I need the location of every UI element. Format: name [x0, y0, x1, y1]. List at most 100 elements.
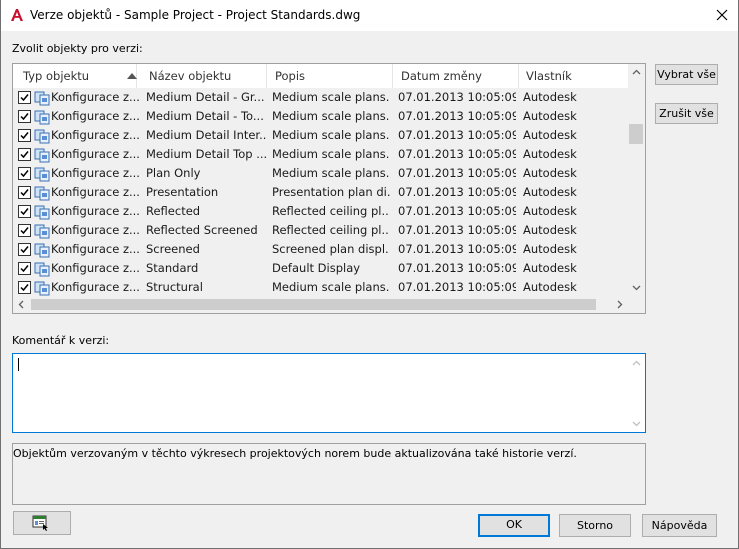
cell-description: Presentation plan di... [272, 185, 390, 199]
cell-description: Medium scale plans... [272, 280, 390, 294]
cell-description: Medium scale plans... [272, 128, 390, 142]
cell-owner: Autodesk [523, 280, 577, 294]
comment-scroll-up-icon[interactable] [632, 359, 641, 368]
cell-date: 07.01.2013 10:05:09 [398, 185, 516, 199]
table-row[interactable]: Konfigurace z... Structural Medium scale p… [13, 278, 628, 297]
cell-name: Medium Detail - To... [146, 109, 264, 123]
cell-owner: Autodesk [523, 109, 577, 123]
checkmark-icon [20, 170, 29, 178]
cell-name: Medium Detail Top ... [146, 147, 266, 161]
cell-type: Konfigurace z... [51, 128, 139, 142]
row-checkbox[interactable] [18, 205, 31, 218]
row-checkbox[interactable] [18, 186, 31, 199]
autocad-app-icon [11, 9, 23, 21]
cell-type: Konfigurace z... [51, 223, 139, 237]
window-preview-icon [32, 515, 48, 531]
select-all-button[interactable]: Vybrat vše [655, 64, 718, 85]
display-config-icon [34, 243, 50, 258]
column-header-owner[interactable]: Vlastník [520, 64, 628, 88]
cell-description: Reflected ceiling pl... [272, 204, 390, 218]
objects-table[interactable]: Typ objektu Název objektu Popis Datum zm… [12, 63, 646, 314]
checkmark-icon [20, 151, 29, 159]
table-row[interactable]: Konfigurace z... Presentation Presentation… [13, 183, 628, 202]
comment-scroll-down-icon[interactable] [632, 419, 641, 428]
title-bar: Verze objektů - Sample Project - Project… [0, 0, 739, 31]
close-icon[interactable] [714, 7, 730, 23]
row-checkbox[interactable] [18, 110, 31, 123]
cell-owner: Autodesk [523, 185, 577, 199]
vertical-scroll-thumb[interactable] [629, 124, 643, 144]
ok-button[interactable]: OK [478, 514, 550, 537]
horizontal-scroll-thumb[interactable] [31, 299, 596, 310]
horizontal-scrollbar[interactable] [13, 296, 628, 313]
display-config-icon [34, 205, 50, 220]
table-row[interactable]: Konfigurace z... Medium Detail Inter... Me… [13, 126, 628, 145]
display-config-icon [34, 186, 50, 201]
preview-button[interactable] [13, 511, 71, 535]
display-config-icon [34, 91, 50, 106]
help-button[interactable]: Nápověda [642, 514, 717, 537]
row-checkbox[interactable] [18, 148, 31, 161]
comment-label: Komentář k verzi: [12, 334, 110, 347]
table-row[interactable]: Konfigurace z... Reflected Screened Reflec… [13, 221, 628, 240]
table-row[interactable]: Konfigurace z... Plan Only Medium scale pl… [13, 164, 628, 183]
cell-type: Konfigurace z... [51, 147, 139, 161]
comment-scrollbar[interactable] [628, 354, 645, 432]
row-checkbox[interactable] [18, 262, 31, 275]
select-objects-label: Zvolit objekty pro verzi: [12, 42, 143, 55]
cell-owner: Autodesk [523, 147, 577, 161]
table-row[interactable]: Konfigurace z... Reflected Reflected ceili… [13, 202, 628, 221]
table-row[interactable]: Konfigurace z... Medium Detail - To... Med… [13, 107, 628, 126]
vertical-scrollbar[interactable] [628, 64, 645, 296]
table-row[interactable]: Konfigurace z... Screened Screened plan di… [13, 240, 628, 259]
cell-type: Konfigurace z... [51, 166, 139, 180]
cell-description: Medium scale plans... [272, 109, 390, 123]
display-config-icon [34, 281, 50, 296]
deselect-all-button[interactable]: Zrušit vše [655, 103, 718, 124]
checkmark-icon [20, 132, 29, 140]
cell-name: Standard [146, 261, 199, 275]
table-row[interactable]: Konfigurace z... Medium Detail Top ... Med… [13, 145, 628, 164]
checkmark-icon [20, 246, 29, 254]
cell-date: 07.01.2013 10:05:09 [398, 128, 516, 142]
column-header-name[interactable]: Název objektu [143, 64, 267, 88]
row-checkbox[interactable] [18, 243, 31, 256]
scroll-corner [628, 296, 645, 313]
scroll-up-icon[interactable] [632, 68, 641, 77]
cell-type: Konfigurace z... [51, 185, 139, 199]
cell-type: Konfigurace z... [51, 90, 139, 104]
checkmark-icon [20, 284, 29, 292]
info-text: Objektům verzovaným v těchto výkresech p… [13, 447, 577, 460]
cell-description: Medium scale plans... [272, 90, 390, 104]
comment-textarea[interactable] [12, 353, 646, 433]
column-header-description[interactable]: Popis [269, 64, 393, 88]
cell-date: 07.01.2013 10:05:09 [398, 261, 516, 275]
scroll-left-icon[interactable] [17, 300, 26, 309]
cell-description: Screened plan displ... [272, 242, 390, 256]
table-header: Typ objektu Název objektu Popis Datum zm… [13, 64, 628, 89]
row-checkbox[interactable] [18, 91, 31, 104]
display-config-icon [34, 129, 50, 144]
table-row[interactable]: Konfigurace z... Medium Detail - Gr... Med… [13, 88, 628, 107]
cell-date: 07.01.2013 10:05:09 [398, 90, 516, 104]
row-checkbox[interactable] [18, 281, 31, 294]
scroll-right-icon[interactable] [615, 300, 624, 309]
row-checkbox[interactable] [18, 224, 31, 237]
column-header-type[interactable]: Typ objektu [17, 64, 137, 88]
info-panel: Objektům verzovaným v těchto výkresech p… [12, 443, 646, 505]
cell-owner: Autodesk [523, 90, 577, 104]
scroll-down-icon[interactable] [632, 283, 641, 292]
column-header-date[interactable]: Datum změny [395, 64, 519, 88]
table-row[interactable]: Konfigurace z... Standard Default Display 0… [13, 259, 628, 278]
checkmark-icon [20, 189, 29, 197]
cell-type: Konfigurace z... [51, 242, 139, 256]
row-checkbox[interactable] [18, 167, 31, 180]
row-checkbox[interactable] [18, 129, 31, 142]
text-caret [18, 358, 19, 371]
cell-owner: Autodesk [523, 204, 577, 218]
cell-owner: Autodesk [523, 128, 577, 142]
window-title: Verze objektů - Sample Project - Project… [30, 8, 361, 22]
cancel-button[interactable]: Storno [559, 514, 631, 537]
cell-name: Structural [146, 280, 203, 294]
display-config-icon [34, 224, 50, 239]
